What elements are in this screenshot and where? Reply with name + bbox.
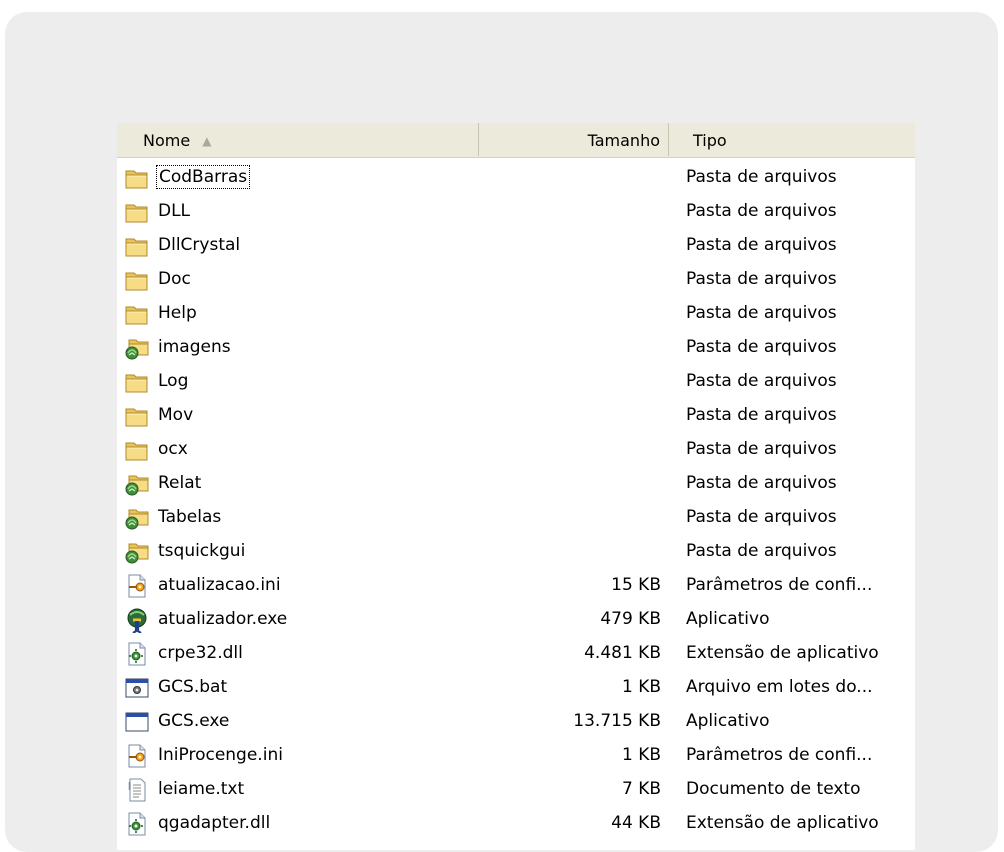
file-size: 4.481 KB: [584, 643, 661, 663]
file-list-view[interactable]: Nome ▲ Tamanho Tipo CodBarras Pasta de arq…: [117, 123, 915, 850]
column-header-name[interactable]: Nome ▲: [117, 123, 479, 156]
folder-icon: [124, 233, 150, 259]
file-size: 479 KB: [600, 609, 661, 629]
file-type: Pasta de arquivos: [686, 269, 837, 289]
file-row[interactable]: DLL Pasta de arquivos: [117, 195, 915, 229]
ini-file-icon: [124, 743, 150, 769]
column-header-size[interactable]: Tamanho: [479, 123, 669, 156]
file-size: 7 KB: [621, 779, 661, 799]
file-name: atualizacao.ini: [158, 575, 281, 595]
file-row[interactable]: imagens Pasta de arquivos: [117, 331, 915, 365]
file-type: Pasta de arquivos: [686, 405, 837, 425]
file-name: tsquickgui: [158, 541, 246, 561]
folder-icon: [124, 437, 150, 463]
file-row[interactable]: Log Pasta de arquivos: [117, 365, 915, 399]
file-row[interactable]: GCS.bat 1 KB Arquivo em lotes do...: [117, 671, 915, 705]
file-name: GCS.exe: [158, 711, 230, 731]
exe-window-icon: [124, 709, 150, 735]
folder-icon: [124, 165, 150, 191]
folder-icon: [124, 267, 150, 293]
file-size: 15 KB: [611, 575, 661, 595]
column-header-name-label: Nome: [143, 131, 191, 150]
shared-folder-icon: [124, 335, 150, 361]
file-type: Parâmetros de confi...: [686, 575, 873, 595]
dll-file-icon: [124, 641, 150, 667]
file-name: crpe32.dll: [158, 643, 243, 663]
file-type: Parâmetros de confi...: [686, 745, 873, 765]
file-name: CodBarras: [155, 165, 251, 189]
file-name: DLL: [158, 201, 191, 221]
text-file-icon: [124, 777, 150, 803]
file-row[interactable]: atualizador.exe 479 KB Aplicativo: [117, 603, 915, 637]
file-type: Pasta de arquivos: [686, 235, 837, 255]
column-header-bar: Nome ▲ Tamanho Tipo: [117, 123, 915, 158]
file-row[interactable]: leiame.txt 7 KB Documento de texto: [117, 773, 915, 807]
file-name: qgadapter.dll: [158, 813, 271, 833]
file-type: Pasta de arquivos: [686, 337, 837, 357]
file-type: Pasta de arquivos: [686, 507, 837, 527]
folder-icon: [124, 199, 150, 225]
column-header-size-label: Tamanho: [587, 131, 660, 150]
file-type: Documento de texto: [686, 779, 861, 799]
file-row[interactable]: Relat Pasta de arquivos: [117, 467, 915, 501]
file-type: Arquivo em lotes do...: [686, 677, 873, 697]
file-name: atualizador.exe: [158, 609, 288, 629]
sort-ascending-icon: ▲: [202, 134, 212, 148]
file-type: Pasta de arquivos: [686, 473, 837, 493]
file-row[interactable]: Mov Pasta de arquivos: [117, 399, 915, 433]
shared-folder-icon: [124, 471, 150, 497]
file-type: Extensão de aplicativo: [686, 643, 879, 663]
ini-file-icon: [124, 573, 150, 599]
file-row[interactable]: IniProcenge.ini 1 KB Parâmetros de confi..…: [117, 739, 915, 773]
file-type: Pasta de arquivos: [686, 439, 837, 459]
file-row[interactable]: DllCrystal Pasta de arquivos: [117, 229, 915, 263]
folder-icon: [124, 369, 150, 395]
file-type: Extensão de aplicativo: [686, 813, 879, 833]
file-name: leiame.txt: [158, 779, 245, 799]
file-name: Mov: [158, 405, 194, 425]
file-row[interactable]: ocx Pasta de arquivos: [117, 433, 915, 467]
file-name: IniProcenge.ini: [158, 745, 283, 765]
screenshot-card: Nome ▲ Tamanho Tipo CodBarras Pasta de arq…: [5, 12, 998, 852]
dll-file-icon: [124, 811, 150, 837]
file-row[interactable]: CodBarras Pasta de arquivos: [117, 161, 915, 195]
shared-folder-icon: [124, 505, 150, 531]
batch-file-icon: [124, 675, 150, 701]
column-header-type-label: Tipo: [693, 131, 727, 150]
file-name: Log: [158, 371, 189, 391]
file-name: Help: [158, 303, 197, 323]
file-row[interactable]: Help Pasta de arquivos: [117, 297, 915, 331]
file-name: Doc: [158, 269, 191, 289]
column-header-type[interactable]: Tipo: [669, 123, 915, 156]
folder-icon: [124, 403, 150, 429]
file-name: Relat: [158, 473, 202, 493]
file-row[interactable]: qgadapter.dll 44 KB Extensão de aplicativo: [117, 807, 915, 841]
file-type: Pasta de arquivos: [686, 167, 837, 187]
file-type: Pasta de arquivos: [686, 541, 837, 561]
updater-app-icon: [124, 607, 150, 634]
file-type: Pasta de arquivos: [686, 201, 837, 221]
file-row[interactable]: GCS.exe 13.715 KB Aplicativo: [117, 705, 915, 739]
file-type: Pasta de arquivos: [686, 303, 837, 323]
shared-folder-icon: [124, 539, 150, 565]
file-row[interactable]: Doc Pasta de arquivos: [117, 263, 915, 297]
file-name: DllCrystal: [158, 235, 241, 255]
file-type: Aplicativo: [686, 609, 770, 629]
file-name: ocx: [158, 439, 188, 459]
file-row[interactable]: tsquickgui Pasta de arquivos: [117, 535, 915, 569]
file-type: Aplicativo: [686, 711, 770, 731]
file-size: 1 KB: [621, 745, 661, 765]
folder-icon: [124, 301, 150, 327]
file-name: imagens: [158, 337, 231, 357]
file-name: Tabelas: [158, 507, 222, 527]
file-row[interactable]: Tabelas Pasta de arquivos: [117, 501, 915, 535]
file-size: 44 KB: [611, 813, 661, 833]
file-row[interactable]: crpe32.dll 4.481 KB Extensão de aplicativo: [117, 637, 915, 671]
file-row[interactable]: atualizacao.ini 15 KB Parâmetros de confi.…: [117, 569, 915, 603]
file-rows: CodBarras Pasta de arquivos DLL Pasta de ar…: [117, 161, 915, 841]
file-name: GCS.bat: [158, 677, 228, 697]
file-type: Pasta de arquivos: [686, 371, 837, 391]
file-size: 1 KB: [621, 677, 661, 697]
file-size: 13.715 KB: [573, 711, 661, 731]
